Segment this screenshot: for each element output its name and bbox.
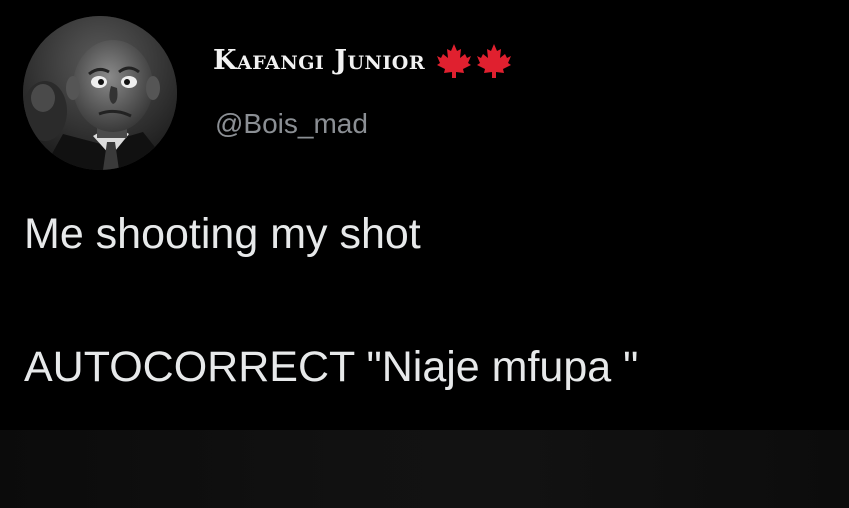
badges	[435, 42, 513, 78]
tweet-card: Kafangi Junior @Bois_mad Me shooting my …	[0, 0, 849, 508]
tweet-text-line-1: Me shooting my shot	[24, 210, 421, 258]
author-name-row: Kafangi Junior	[213, 42, 513, 78]
author-display-name[interactable]: Kafangi Junior	[213, 45, 425, 76]
maple-leaf-icon	[435, 42, 473, 78]
tweet-text-line-2: AUTOCORRECT "Niaje mfupa "	[24, 343, 639, 391]
avatar-photo	[23, 16, 177, 170]
author-handle[interactable]: @Bois_mad	[215, 108, 368, 140]
maple-leaf-icon	[475, 42, 513, 78]
avatar[interactable]	[23, 16, 177, 170]
bottom-divider-area	[0, 430, 849, 508]
